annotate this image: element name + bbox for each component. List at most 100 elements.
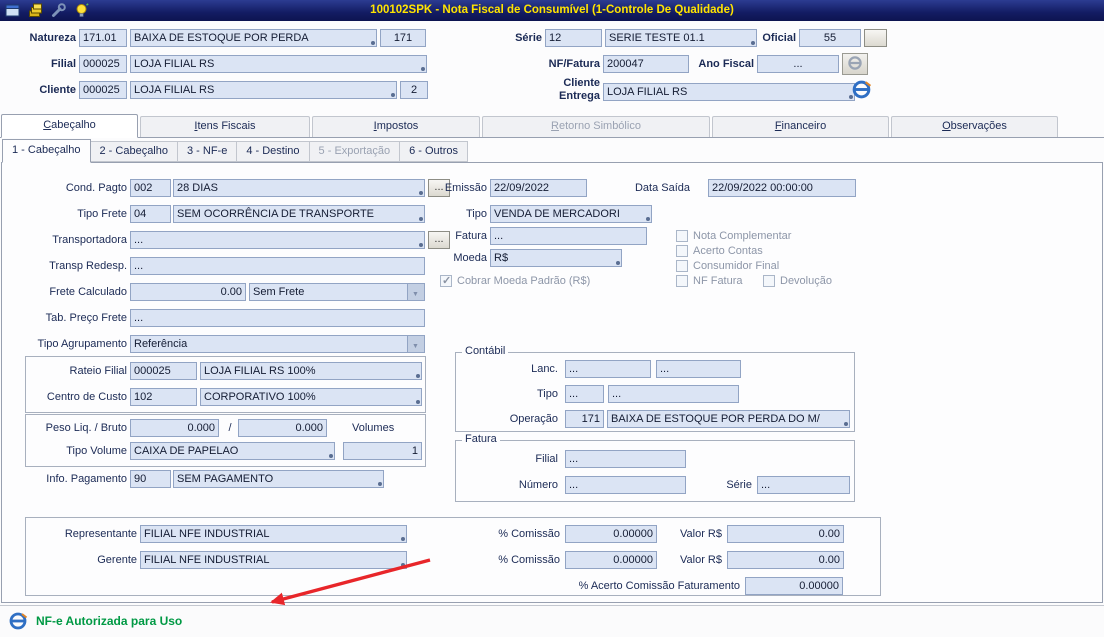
rateio-filial-code-field[interactable]: 000025 [130,362,197,380]
tipo-label: Tipo [466,208,487,220]
checkbox-label: Cobrar Moeda Padrão (R$) [457,275,591,287]
checkbox-box [440,274,452,287]
tab-strip-filler [1059,113,1104,137]
lanc-label: Lanc. [531,363,558,375]
tab-label: Cabeçalho [43,119,96,131]
transportadora-field[interactable]: ... [130,231,425,249]
fatura-filial-field[interactable]: ... [565,450,686,468]
tipo-agrupamento-select[interactable]: Referência [130,335,425,353]
consumidor-final-checkbox[interactable]: Consumidor Final [676,259,779,273]
info-pagamento-desc-field[interactable]: SEM PAGAMENTO [173,470,384,488]
checkbox-box [676,275,688,287]
cliente-num-field[interactable]: 2 [400,81,428,99]
centro-custo-code-field[interactable]: 102 [130,388,197,406]
tab-itens-fiscais[interactable]: Itens Fiscais [140,116,310,137]
data-saida-field[interactable]: 22/09/2022 00:00:00 [708,179,856,197]
moeda-field[interactable]: R$ [490,249,622,267]
acerto-comissao-field[interactable]: 0.00000 [745,577,843,595]
emissao-label: Emissão [444,182,487,194]
peso-liq-field[interactable]: 0.000 [130,419,219,437]
subtab-6-outros[interactable]: 6 - Outros [399,141,468,162]
ano-fiscal-button[interactable] [842,53,868,75]
ger-comissao-field[interactable]: 0.00000 [565,551,657,569]
cliente-code-field[interactable]: 000025 [79,81,127,99]
gerente-field[interactable]: FILIAL NFE INDUSTRIAL [140,551,407,569]
ano-fiscal-field[interactable]: ... [757,55,839,73]
operacao-label: Operação [509,413,558,425]
devolucao-checkbox[interactable]: Devolução [763,274,832,288]
fatura-numero-label: Número [518,479,558,491]
tipo-volume-field[interactable]: CAIXA DE PAPELAO [130,442,335,460]
peso-separator: / [228,422,232,434]
rateio-filial-desc-field[interactable]: LOJA FILIAL RS 100% [200,362,422,380]
cliente-desc-field[interactable]: LOJA FILIAL RS [130,81,397,99]
subtab-2-cabecalho[interactable]: 2 - Cabeçalho [89,141,178,162]
tab-preco-frete-label: Tab. Preço Frete [45,312,127,324]
tab-financeiro[interactable]: Financeiro [712,116,889,137]
tipo-field[interactable]: VENDA DE MERCADORI [490,205,652,223]
subtab-1-cabecalho[interactable]: 1 - Cabeçalho [2,139,91,163]
nota-complementar-checkbox[interactable]: Nota Complementar [676,229,791,243]
representante-label: Representante [64,528,137,540]
contabil-group-title: Contábil [462,345,509,357]
nf-fatura-checkbox[interactable]: NF Fatura [676,274,743,288]
contabil-tipo-field-1[interactable]: ... [565,385,604,403]
frete-calculado-field[interactable]: 0.00 [130,283,246,301]
subtab-4-destino[interactable]: 4 - Destino [236,141,310,162]
transp-redesp-label: Transp Redesp. [49,260,127,272]
info-pagamento-code-field[interactable]: 90 [130,470,171,488]
natureza-desc-field[interactable]: BAIXA DE ESTOQUE POR PERDA [130,29,377,47]
peso-bruto-field[interactable]: 0.000 [238,419,327,437]
rep-valor-field[interactable]: 0.00 [727,525,844,543]
filial-desc-field[interactable]: LOJA FILIAL RS [130,55,427,73]
nf-fatura-label: NF/Fatura [548,58,600,70]
tab-preco-frete-field[interactable]: ... [130,309,425,327]
contabil-tipo-field-2[interactable]: ... [608,385,739,403]
cobrar-moeda-checkbox[interactable]: Cobrar Moeda Padrão (R$) [440,274,590,288]
data-saida-label: Data Saída [634,182,690,194]
natureza-num-field[interactable]: 171 [380,29,426,47]
serie-code-field[interactable]: 12 [545,29,602,47]
tab-impostos[interactable]: Impostos [312,116,480,137]
chevron-down-icon[interactable] [407,284,424,300]
fatura-numero-field[interactable]: ... [565,476,686,494]
representante-field[interactable]: FILIAL NFE INDUSTRIAL [140,525,407,543]
natureza-code-field[interactable]: 171.01 [79,29,127,47]
fatura-label: Fatura [455,230,487,242]
cond-pagto-desc-field[interactable]: 28 DIAS [173,179,425,197]
nf-fatura-field[interactable]: 200047 [603,55,689,73]
operacao-desc-field[interactable]: BAIXA DE ESTOQUE POR PERDA DO M/ [607,410,850,428]
fatura-field[interactable]: ... [490,227,647,245]
ger-valor-field[interactable]: 0.00 [727,551,844,569]
rep-comissao-field[interactable]: 0.00000 [565,525,657,543]
statusbar: NF-e Autorizada para Uso [0,605,1104,637]
acerto-comissao-label: % Acerto Comissão Faturamento [578,580,740,592]
fatura-serie-field[interactable]: ... [757,476,850,494]
acerto-contas-checkbox[interactable]: Acerto Contas [676,244,763,258]
subtab-3-nfe[interactable]: 3 - NF-e [177,141,238,162]
checkbox-box [676,260,688,272]
tipo-frete-code-field[interactable]: 04 [130,205,171,223]
frete-tipo-value: Sem Frete [253,286,305,298]
tab-cabecalho[interactable]: Cabeçalho [1,114,138,138]
oficial-lookup-button[interactable] [864,29,887,47]
sub-tabs: 1 - Cabeçalho 2 - Cabeçalho 3 - NF-e 4 -… [2,139,468,163]
volumes-qty-field[interactable]: 1 [343,442,422,460]
centro-custo-desc-field[interactable]: CORPORATIVO 100% [200,388,422,406]
info-pagamento-label: Info. Pagamento [46,473,127,485]
transp-redesp-field[interactable]: ... [130,257,425,275]
tab-observacoes[interactable]: Observações [891,116,1058,137]
tipo-frete-desc-field[interactable]: SEM OCORRÊNCIA DE TRANSPORTE [173,205,425,223]
filial-code-field[interactable]: 000025 [79,55,127,73]
chevron-down-icon[interactable] [407,336,424,352]
operacao-code-field[interactable]: 171 [565,410,604,428]
lanc-field-1[interactable]: ... [565,360,651,378]
cond-pagto-code-field[interactable]: 002 [130,179,171,197]
cliente-entrega-field[interactable]: LOJA FILIAL RS [603,83,855,101]
lanc-field-2[interactable]: ... [656,360,741,378]
frete-tipo-select[interactable]: Sem Frete [249,283,425,301]
oficial-field[interactable]: 55 [799,29,861,47]
emissao-field[interactable]: 22/09/2022 [490,179,587,197]
tipo-frete-label: Tipo Frete [77,208,127,220]
nfe-logo-icon[interactable] [851,79,872,103]
